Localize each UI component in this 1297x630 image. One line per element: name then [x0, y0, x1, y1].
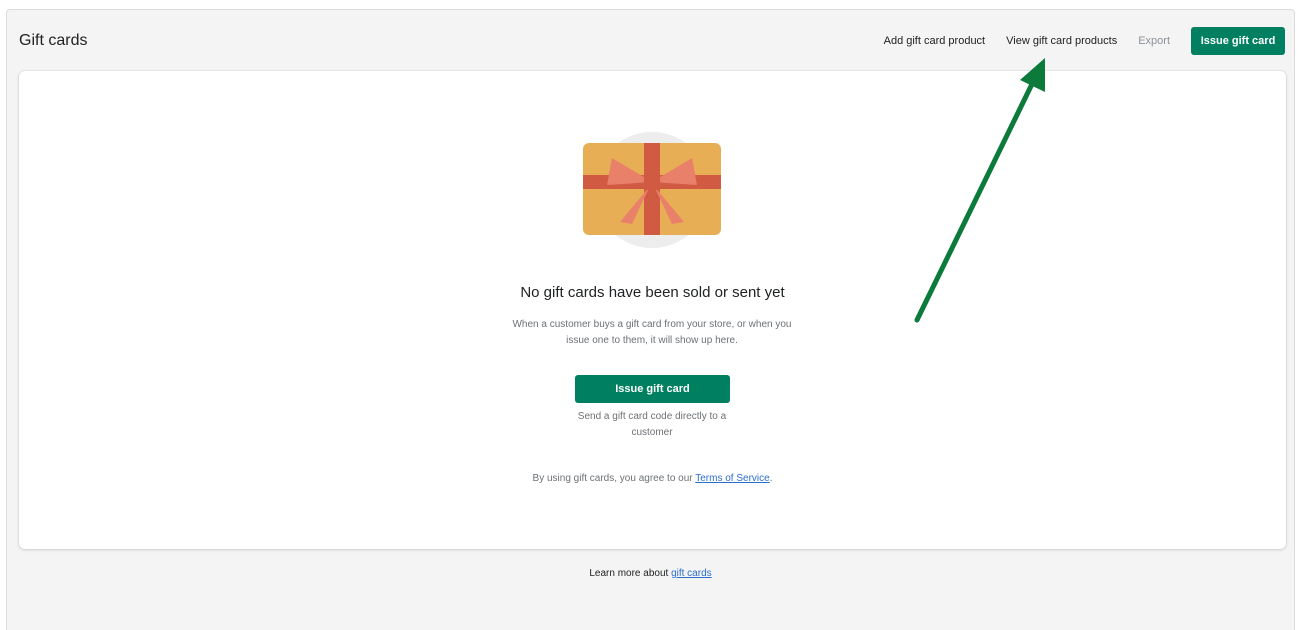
gift-card-icon	[583, 132, 721, 248]
terms-prefix: By using gift cards, you agree to our	[532, 473, 696, 484]
terms-of-service-link[interactable]: Terms of Service	[695, 473, 769, 484]
terms-notice: By using gift cards, you agree to our Te…	[19, 473, 1286, 484]
page-title: Gift cards	[19, 32, 88, 49]
empty-state-description: When a customer buys a gift card from yo…	[512, 319, 792, 346]
view-gift-card-products-link[interactable]: View gift card products	[1006, 35, 1117, 47]
issue-gift-card-primary-button[interactable]: Issue gift card	[575, 375, 730, 403]
issue-gift-card-help-text: Send a gift card code directly to a cust…	[577, 411, 727, 438]
page-header: Gift cards Add gift card product View gi…	[7, 10, 1294, 70]
add-gift-card-product-link[interactable]: Add gift card product	[884, 35, 986, 47]
learn-more-footer: Learn more about gift cards	[7, 568, 1294, 579]
learn-more-prefix: Learn more about	[589, 568, 672, 579]
issue-gift-card-button[interactable]: Issue gift card	[1191, 27, 1285, 55]
header-actions: Add gift card product View gift card pro…	[884, 27, 1285, 55]
empty-state-heading: No gift cards have been sold or sent yet	[520, 284, 785, 301]
empty-state-card: No gift cards have been sold or sent yet…	[19, 71, 1286, 549]
export-link[interactable]: Export	[1138, 35, 1170, 47]
terms-suffix: .	[769, 473, 773, 484]
gift-cards-learn-more-link[interactable]: gift cards	[671, 568, 712, 579]
app-frame: Gift cards Add gift card product View gi…	[6, 9, 1295, 630]
